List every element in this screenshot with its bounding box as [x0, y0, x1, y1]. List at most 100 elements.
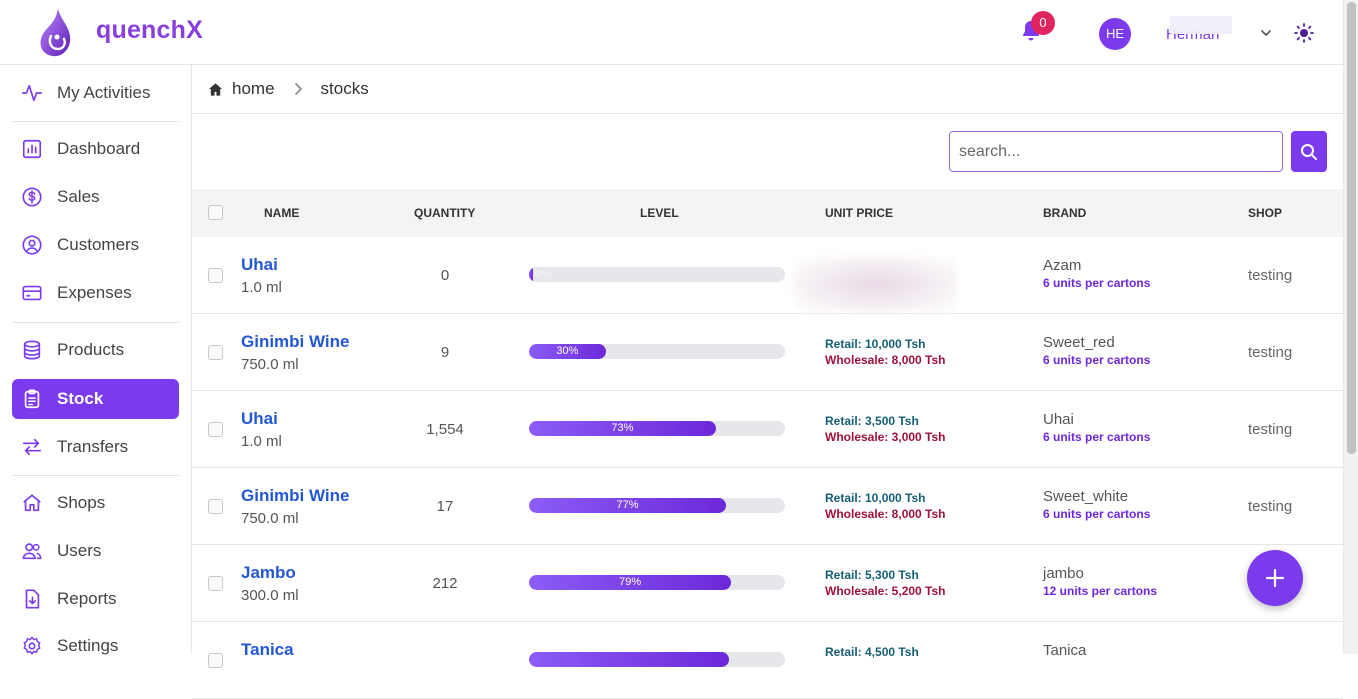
product-size: 750.0 ml [241, 510, 299, 527]
stock-level-fill: 79% [529, 575, 732, 590]
shop-name: testing [1248, 421, 1293, 438]
retail-price: Retail: 3,500 Tsh [825, 414, 919, 428]
sidebar-item-reports[interactable]: Reports [12, 579, 179, 619]
stock-level-bar: 0% [529, 267, 785, 282]
sidebar-divider [12, 475, 179, 476]
page-scrollbar[interactable] [1343, 0, 1358, 654]
product-size: 1.0 ml [241, 433, 282, 450]
column-header-name[interactable]: NAME [264, 206, 299, 220]
activity-icon [22, 84, 42, 102]
brand-name: Sweet_white [1043, 488, 1129, 505]
sidebar-item-customers[interactable]: Customers [12, 225, 179, 265]
quenchx-logo [40, 8, 71, 57]
search-icon [1301, 143, 1317, 160]
column-header-shop[interactable]: SHOP [1248, 206, 1282, 220]
wholesale-price: Wholesale: 8,000 Tsh [825, 353, 946, 367]
units-per-carton: 6 units per cartons [1043, 353, 1151, 367]
redacted-price [794, 257, 957, 312]
brand-name: Sweet_red [1043, 334, 1115, 351]
product-name[interactable]: Ginimbi Wine [241, 332, 349, 352]
product-size: 1.0 ml [241, 279, 282, 296]
sidebar-item-my-activities[interactable]: My Activities [12, 73, 179, 113]
retail-price: Retail: 10,000 Tsh [825, 491, 926, 505]
breadcrumb-home[interactable]: home [232, 79, 275, 99]
select-all-checkbox[interactable] [208, 205, 223, 220]
sidebar-item-transfers[interactable]: Transfers [12, 427, 179, 467]
credit-card-icon [22, 285, 42, 301]
row-checkbox[interactable] [208, 345, 223, 360]
wholesale-price: Wholesale: 5,200 Tsh [825, 584, 946, 598]
product-name[interactable]: Ginimbi Wine [241, 486, 349, 506]
stock-level-bar [529, 652, 785, 667]
sidebar-item-settings[interactable]: Settings [12, 626, 179, 666]
sidebar-item-dashboard[interactable]: Dashboard [12, 129, 179, 169]
row-checkbox[interactable] [208, 422, 223, 437]
row-checkbox[interactable] [208, 653, 223, 668]
quantity-value: 1,554 [426, 421, 464, 438]
download-file-icon [25, 589, 40, 609]
table-row[interactable]: Ginimbi Wine 750.0 ml 9 30% Retail: 10,0… [192, 314, 1343, 391]
product-name[interactable]: Jambo [241, 563, 296, 583]
quantity-value: 212 [432, 575, 458, 592]
transfer-arrows-icon [22, 438, 42, 456]
sidebar-item-label: Sales [57, 187, 100, 206]
units-per-carton: 6 units per cartons [1043, 276, 1151, 290]
product-name[interactable]: Uhai [241, 409, 278, 429]
stock-level-bar: 30% [529, 344, 785, 359]
column-header-quantity[interactable]: QUANTITY [414, 206, 475, 220]
units-per-carton: 12 units per cartons [1043, 584, 1158, 598]
chevron-down-icon[interactable] [1259, 26, 1273, 40]
sidebar-item-shops[interactable]: Shops [12, 483, 179, 523]
breadcrumb-current: stocks [320, 79, 369, 98]
sidebar-item-stock[interactable]: Stock [12, 379, 179, 419]
brand-name: Tanica [1043, 642, 1087, 659]
sidebar-item-label: Products [57, 340, 125, 359]
stock-level-bar: 79% [529, 575, 785, 590]
dashboard-icon [22, 139, 42, 159]
app-brand[interactable]: quenchX [96, 16, 203, 45]
retail-price: Retail: 5,300 Tsh [825, 568, 919, 582]
home-icon[interactable] [208, 82, 223, 97]
table-header: NAME QUANTITY LEVEL UNIT PRICE BRAND SHO… [192, 189, 1343, 237]
brand-name: Uhai [1043, 411, 1074, 428]
sidebar-item-label: Transfers [57, 437, 129, 456]
clipboard-icon [24, 389, 40, 409]
search-button[interactable] [1291, 131, 1327, 172]
notification-badge: 0 [1031, 11, 1055, 35]
table-row[interactable]: Uhai 1.0 ml 1,554 73% Retail: 3,500 Tsh … [192, 391, 1343, 468]
row-checkbox[interactable] [208, 576, 223, 591]
table-row[interactable]: Jambo 300.0 ml 212 79% Retail: 5,300 Tsh… [192, 545, 1343, 622]
row-checkbox[interactable] [208, 499, 223, 514]
sidebar-item-sales[interactable]: Sales [12, 177, 179, 217]
scrollbar-thumb[interactable] [1347, 2, 1356, 454]
product-name[interactable]: Uhai [241, 255, 278, 275]
table-row[interactable]: Ginimbi Wine 750.0 ml 17 77% Retail: 10,… [192, 468, 1343, 545]
product-name[interactable]: Tanica [241, 640, 294, 660]
stock-level-bar: 77% [529, 498, 785, 513]
user-circle-icon [22, 235, 42, 255]
home-icon [23, 494, 41, 512]
sidebar-item-expenses[interactable]: Expenses [12, 273, 179, 313]
top-bar: quenchX 0 HE Herman [0, 0, 1343, 65]
column-header-level[interactable]: LEVEL [640, 206, 679, 220]
sidebar-item-users[interactable]: Users [12, 531, 179, 571]
column-header-brand[interactable]: BRAND [1043, 206, 1086, 220]
sidebar: My Activities Dashboard Sales Customers … [0, 65, 192, 655]
stock-level-fill: 30% [529, 344, 606, 359]
add-stock-button[interactable] [1247, 550, 1303, 606]
retail-price: Retail: 10,000 Tsh [825, 337, 926, 351]
sun-icon[interactable] [1294, 23, 1314, 43]
row-checkbox[interactable] [208, 268, 223, 283]
table-row[interactable]: Tanica Retail: 4,500 Tsh Tanica [192, 622, 1343, 699]
users-icon [22, 543, 42, 560]
search-input[interactable] [949, 131, 1283, 172]
avatar[interactable]: HE [1099, 18, 1131, 50]
units-per-carton: 6 units per cartons [1043, 507, 1151, 521]
product-size: 750.0 ml [241, 356, 299, 373]
wholesale-price: Wholesale: 3,000 Tsh [825, 430, 946, 444]
column-header-unit-price[interactable]: UNIT PRICE [825, 206, 893, 220]
stock-level-fill [529, 652, 729, 667]
sidebar-item-products[interactable]: Products [12, 330, 179, 370]
table-row[interactable]: Uhai 1.0 ml 0 0% Azam 6 units per carton… [192, 237, 1343, 314]
units-per-carton: 6 units per cartons [1043, 430, 1151, 444]
